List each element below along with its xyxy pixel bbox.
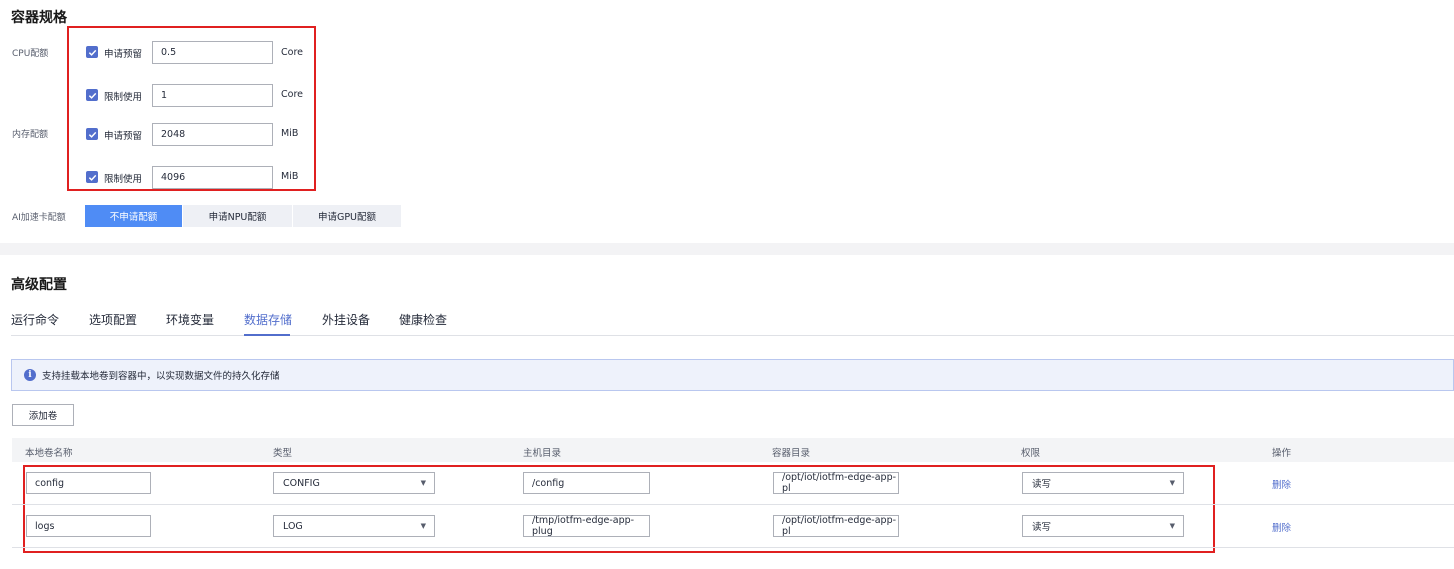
volume-type-select[interactable]: LOG ▼ bbox=[273, 515, 435, 537]
section-title-advanced: 高级配置 bbox=[11, 277, 67, 293]
info-icon: i bbox=[24, 369, 36, 381]
col-header-type: 类型 bbox=[273, 448, 293, 459]
memory-limit-checkbox[interactable] bbox=[86, 171, 98, 183]
ai-tab-gpu[interactable]: 申请GPU配额 bbox=[293, 205, 401, 227]
row-divider bbox=[12, 504, 1454, 505]
check-icon bbox=[88, 49, 96, 56]
cpu-limit-label: 限制使用 bbox=[104, 92, 143, 103]
tab-options[interactable]: 选项配置 bbox=[89, 311, 137, 328]
tab-devices[interactable]: 外挂设备 bbox=[322, 311, 370, 328]
permission-select[interactable]: 读写 ▼ bbox=[1022, 472, 1184, 494]
check-icon bbox=[88, 131, 96, 138]
volume-name-input[interactable]: config bbox=[26, 472, 151, 494]
host-dir-input[interactable]: /config bbox=[523, 472, 650, 494]
memory-limit-label: 限制使用 bbox=[104, 174, 143, 185]
info-text: 支持挂载本地卷到容器中，以实现数据文件的持久化存储 bbox=[42, 371, 280, 382]
cpu-limit-unit: Core bbox=[281, 89, 303, 100]
col-header-permission: 权限 bbox=[1021, 448, 1041, 459]
cpu-request-unit: Core bbox=[281, 47, 303, 58]
cpu-limit-input[interactable]: 1 bbox=[152, 84, 273, 107]
delete-link[interactable]: 删除 bbox=[1272, 520, 1291, 534]
caret-down-icon: ▼ bbox=[1169, 522, 1175, 530]
memory-quota-label: 内存配额 bbox=[12, 130, 49, 140]
tab-data-storage[interactable]: 数据存储 bbox=[244, 311, 292, 328]
tabs-baseline bbox=[11, 335, 1454, 336]
table-header bbox=[12, 438, 1454, 462]
cpu-limit-checkbox[interactable] bbox=[86, 89, 98, 101]
memory-limit-input[interactable]: 4096 bbox=[152, 166, 273, 189]
col-header-action: 操作 bbox=[1272, 448, 1292, 459]
tab-health-check[interactable]: 健康检查 bbox=[399, 311, 447, 328]
container-dir-input[interactable]: /opt/iot/iotfm-edge-app-pl bbox=[773, 472, 899, 494]
volume-type-value: LOG bbox=[283, 520, 303, 532]
ai-quota-label: AI加速卡配额 bbox=[12, 213, 66, 223]
caret-down-icon: ▼ bbox=[420, 479, 426, 487]
permission-value: 读写 bbox=[1032, 522, 1052, 533]
ai-tab-npu[interactable]: 申请NPU配额 bbox=[183, 205, 292, 227]
active-tab-indicator bbox=[244, 334, 290, 336]
cpu-request-checkbox[interactable] bbox=[86, 46, 98, 58]
volume-type-value: CONFIG bbox=[283, 477, 320, 489]
row-divider bbox=[12, 547, 1454, 548]
permission-select[interactable]: 读写 ▼ bbox=[1022, 515, 1184, 537]
volume-name-input[interactable]: logs bbox=[26, 515, 151, 537]
col-header-volume-name: 本地卷名称 bbox=[25, 448, 73, 459]
permission-value: 读写 bbox=[1032, 479, 1052, 490]
check-icon bbox=[88, 174, 96, 181]
caret-down-icon: ▼ bbox=[1169, 479, 1175, 487]
memory-request-checkbox[interactable] bbox=[86, 128, 98, 140]
col-header-host-dir: 主机目录 bbox=[523, 448, 562, 459]
cpu-request-label: 申请预留 bbox=[104, 49, 143, 60]
volume-type-select[interactable]: CONFIG ▼ bbox=[273, 472, 435, 494]
cpu-quota-label: CPU配额 bbox=[12, 49, 49, 59]
add-volume-button[interactable]: 添加卷 bbox=[12, 404, 74, 426]
tab-run-command[interactable]: 运行命令 bbox=[11, 311, 59, 328]
memory-limit-unit: MiB bbox=[281, 171, 299, 182]
cpu-request-input[interactable]: 0.5 bbox=[152, 41, 273, 64]
memory-request-label: 申请预留 bbox=[104, 131, 143, 142]
section-title-spec: 容器规格 bbox=[11, 10, 67, 26]
ai-tab-none[interactable]: 不申请配额 bbox=[85, 205, 182, 227]
caret-down-icon: ▼ bbox=[420, 522, 426, 530]
container-dir-input[interactable]: /opt/iot/iotfm-edge-app-pl bbox=[773, 515, 899, 537]
col-header-container-dir: 容器目录 bbox=[772, 448, 811, 459]
tab-env-vars[interactable]: 环境变量 bbox=[166, 311, 214, 328]
memory-request-input[interactable]: 2048 bbox=[152, 123, 273, 146]
memory-request-unit: MiB bbox=[281, 128, 299, 139]
check-icon bbox=[88, 92, 96, 99]
host-dir-input[interactable]: /tmp/iotfm-edge-app-plug bbox=[523, 515, 650, 537]
delete-link[interactable]: 删除 bbox=[1272, 477, 1291, 491]
info-banner: i 支持挂载本地卷到容器中，以实现数据文件的持久化存储 bbox=[11, 359, 1454, 391]
section-separator bbox=[0, 243, 1454, 255]
